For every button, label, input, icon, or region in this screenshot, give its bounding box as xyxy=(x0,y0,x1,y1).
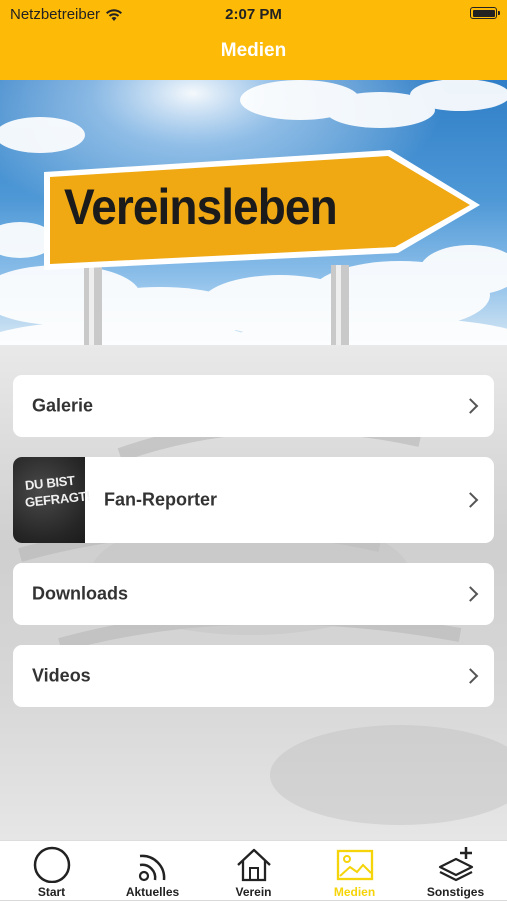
battery-icon xyxy=(470,7,500,19)
tab-label: Aktuelles xyxy=(125,885,180,899)
tab-aktuelles[interactable]: Aktuelles xyxy=(102,841,203,901)
status-time: 2:07 PM xyxy=(225,6,282,23)
menu-item-galerie[interactable]: Galerie xyxy=(13,375,494,437)
content-area: Galerie DU BIST GEFRAGT! Fan-Reporter Do… xyxy=(0,345,507,840)
tab-label: Start xyxy=(37,885,66,899)
rss-feed-icon xyxy=(138,854,165,882)
image-icon xyxy=(336,849,373,881)
tab-medien[interactable]: Medien xyxy=(304,841,405,901)
hero-banner: Vereinsleben xyxy=(0,80,507,345)
tab-label: Verein xyxy=(235,885,272,899)
circle-icon xyxy=(33,846,70,883)
tab-label: Sonstiges xyxy=(426,885,485,899)
header-bar: Netzbetreiber 2:07 PM Medien xyxy=(0,0,507,80)
home-icon xyxy=(236,848,271,882)
menu-item-videos[interactable]: Videos xyxy=(13,645,494,707)
menu-item-label: Downloads xyxy=(32,583,129,604)
tab-verein[interactable]: Verein xyxy=(203,841,304,901)
hero-sign-text: Vereinsleben xyxy=(64,179,338,235)
tab-start[interactable]: Start xyxy=(1,841,102,901)
chevron-right-icon xyxy=(462,586,479,602)
menu-item-fan-reporter[interactable]: DU BIST GEFRAGT! Fan-Reporter xyxy=(13,457,494,543)
menu-item-label: Galerie xyxy=(32,395,94,416)
layers-plus-icon xyxy=(438,847,473,882)
menu-item-label: Videos xyxy=(32,665,91,686)
page-title: Medien xyxy=(220,40,287,61)
status-bar: Netzbetreiber 2:07 PM xyxy=(0,0,507,28)
tab-bar: Start Aktuelles Verein Medien Sonstiges xyxy=(0,840,507,900)
chevron-right-icon xyxy=(462,398,479,414)
tab-label: Medien xyxy=(333,885,376,899)
fan-reporter-thumbnail: DU BIST GEFRAGT! xyxy=(13,457,91,543)
menu-item-downloads[interactable]: Downloads xyxy=(13,563,494,625)
chevron-right-icon xyxy=(462,492,479,508)
chevron-right-icon xyxy=(462,668,479,684)
menu-item-label: Fan-Reporter xyxy=(104,489,218,510)
tab-sonstiges[interactable]: Sonstiges xyxy=(405,841,506,901)
